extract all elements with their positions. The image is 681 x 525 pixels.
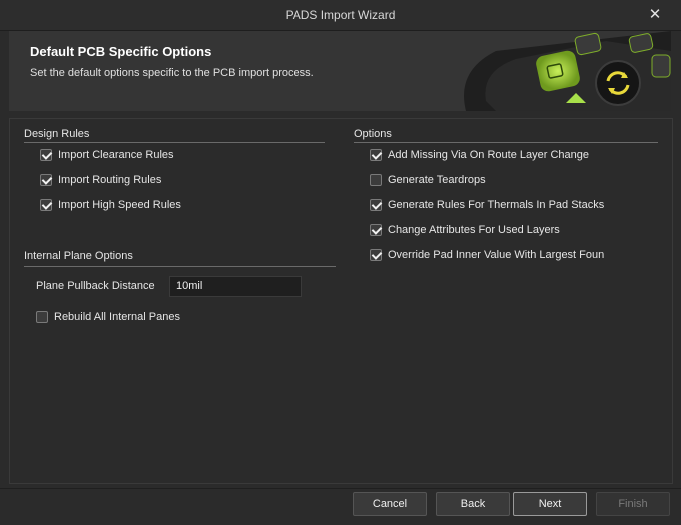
checkbox-row-import-clearance-rules[interactable]: Import Clearance Rules — [40, 147, 174, 163]
override-pad-inner-label: Override Pad Inner Value With Largest Fo… — [388, 249, 605, 261]
header-graphic-icon — [464, 31, 671, 111]
override-pad-inner-checkbox[interactable] — [370, 249, 382, 261]
page-subtitle: Set the default options specific to the … — [30, 67, 314, 79]
rebuild-internal-planes-checkbox[interactable] — [36, 311, 48, 323]
checkbox-row-import-high-speed-rules[interactable]: Import High Speed Rules — [40, 197, 181, 213]
wizard-header: Default PCB Specific Options Set the def… — [9, 31, 671, 111]
internal-plane-title: Internal Plane Options — [24, 250, 133, 262]
plane-pullback-label: Plane Pullback Distance — [36, 280, 155, 292]
plane-pullback-input[interactable]: 10mil — [169, 276, 302, 297]
footer-divider — [0, 488, 681, 489]
finish-button[interactable]: Finish — [596, 492, 670, 516]
next-button[interactable]: Next — [513, 492, 587, 516]
import-high-speed-rules-checkbox[interactable] — [40, 199, 52, 211]
import-clearance-rules-label: Import Clearance Rules — [58, 149, 174, 161]
options-panel: Design Rules Import Clearance Rules Impo… — [9, 118, 673, 484]
generate-teardrops-checkbox[interactable] — [370, 174, 382, 186]
import-routing-rules-checkbox[interactable] — [40, 174, 52, 186]
window-title: PADS Import Wizard — [285, 8, 396, 22]
import-high-speed-rules-label: Import High Speed Rules — [58, 199, 181, 211]
import-clearance-rules-checkbox[interactable] — [40, 149, 52, 161]
generate-teardrops-label: Generate Teardrops — [388, 174, 486, 186]
design-rules-divider — [24, 142, 325, 143]
checkbox-row-import-routing-rules[interactable]: Import Routing Rules — [40, 172, 161, 188]
title-bar: PADS Import Wizard ✕ — [0, 0, 681, 31]
checkbox-row-override-pad-inner[interactable]: Override Pad Inner Value With Largest Fo… — [370, 247, 604, 263]
generate-thermal-rules-label: Generate Rules For Thermals In Pad Stack… — [388, 199, 605, 211]
checkbox-row-rebuild-internal-planes[interactable]: Rebuild All Internal Panes — [36, 309, 180, 325]
close-icon[interactable]: ✕ — [647, 5, 663, 23]
import-routing-rules-label: Import Routing Rules — [58, 174, 162, 186]
generate-thermal-rules-checkbox[interactable] — [370, 199, 382, 211]
checkbox-row-generate-thermal-rules[interactable]: Generate Rules For Thermals In Pad Stack… — [370, 197, 604, 213]
change-layer-attributes-label: Change Attributes For Used Layers — [388, 224, 560, 236]
options-title: Options — [354, 128, 392, 140]
design-rules-title: Design Rules — [24, 128, 90, 140]
page-title: Default PCB Specific Options — [30, 44, 212, 59]
internal-plane-divider — [24, 266, 336, 267]
checkbox-row-add-missing-via[interactable]: Add Missing Via On Route Layer Change — [370, 147, 589, 163]
change-layer-attributes-checkbox[interactable] — [370, 224, 382, 236]
back-button[interactable]: Back — [436, 492, 510, 516]
checkbox-row-change-layer-attributes[interactable]: Change Attributes For Used Layers — [370, 222, 560, 238]
add-missing-via-label: Add Missing Via On Route Layer Change — [388, 149, 589, 161]
add-missing-via-checkbox[interactable] — [370, 149, 382, 161]
cancel-button[interactable]: Cancel — [353, 492, 427, 516]
rebuild-internal-planes-label: Rebuild All Internal Panes — [54, 311, 180, 323]
options-divider — [354, 142, 658, 143]
checkbox-row-generate-teardrops[interactable]: Generate Teardrops — [370, 172, 486, 188]
